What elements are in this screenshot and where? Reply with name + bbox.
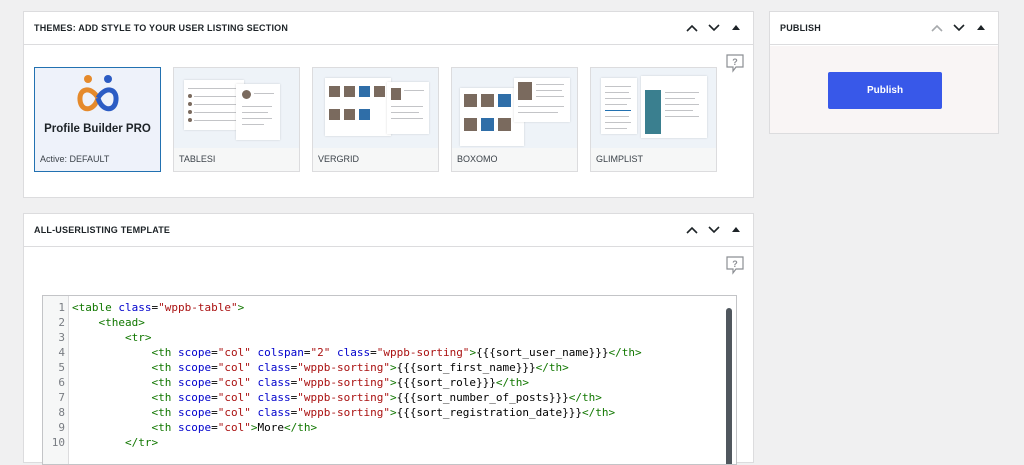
code-text: <table class="wppb-table">	[72, 301, 245, 314]
theme-label-boxomo: BOXOMO	[457, 154, 498, 164]
publish-panel: Publish Publish	[769, 11, 999, 134]
editor-scrollbar[interactable]	[726, 308, 732, 464]
theme-card-tablesi[interactable]: TABLESI	[173, 67, 300, 172]
line-number: 7	[58, 391, 65, 404]
code-text: <tr>	[124, 331, 152, 344]
theme-label-glimplist: GLIMPLIST	[596, 154, 644, 164]
thumbnail-grid-preview	[325, 78, 391, 136]
profile-builder-logo-text: Profile Builder PRO	[44, 123, 151, 135]
line-number: 9	[58, 421, 65, 434]
code-text: <th scope="col" colspan="2" class="wppb-…	[151, 346, 642, 359]
theme-card-boxomo[interactable]: BOXOMO	[451, 67, 578, 172]
code-line: 10 </tr>	[43, 435, 158, 450]
line-number: 1	[58, 301, 65, 314]
line-number: 8	[58, 406, 65, 419]
publish-button[interactable]: Publish	[828, 72, 942, 109]
template-panel-controls	[685, 223, 743, 237]
line-number: 5	[58, 361, 65, 374]
move-down-icon[interactable]	[707, 21, 721, 35]
code-line: 4 <th scope="col" colspan="2" class="wpp…	[43, 345, 641, 360]
code-editor[interactable]: 1 <table class="wppb-table"> 2 <thead> 3 <t…	[42, 295, 737, 465]
line-number: 3	[58, 331, 65, 344]
code-text: </tr>	[124, 436, 159, 449]
help-icon[interactable]: ?	[725, 53, 745, 73]
code-line: 9 <th scope="col">More</th>	[43, 420, 317, 435]
thumbnail-profile-preview	[514, 78, 570, 122]
code-line: 2 <thead>	[43, 315, 144, 330]
themes-panel-header: Themes: Add style to your User Listing s…	[24, 12, 753, 45]
theme-list: Profile Builder PRO Active: DEFAULT TABL…	[34, 67, 717, 172]
svg-text:?: ?	[732, 259, 738, 269]
active-prefix: Active:	[40, 154, 68, 164]
template-panel-header: All-Userlisting Template	[24, 214, 753, 247]
theme-thumbnail-boxomo	[452, 68, 577, 148]
publish-panel-header: Publish	[770, 12, 998, 45]
publish-panel-controls	[930, 21, 988, 35]
theme-label-tablesi: TABLESI	[179, 154, 216, 164]
line-number: 4	[58, 346, 65, 359]
move-up-icon[interactable]	[930, 21, 944, 35]
theme-card-vergrid[interactable]: VERGRID	[312, 67, 439, 172]
theme-name-default: Active: DEFAULT	[40, 154, 109, 164]
move-up-icon[interactable]	[685, 21, 699, 35]
code-line: 7 <th scope="col" class="wppb-sorting">{…	[43, 390, 602, 405]
theme-thumbnail-default: Profile Builder PRO	[35, 68, 160, 148]
themes-panel-controls	[685, 21, 743, 35]
collapse-toggle-icon[interactable]	[729, 21, 743, 35]
themes-panel-title: Themes: Add style to your User Listing s…	[34, 23, 289, 33]
code-text: <thead>	[98, 316, 145, 329]
move-down-icon[interactable]	[707, 223, 721, 237]
line-number: 6	[58, 376, 65, 389]
code-text: <th scope="col" class="wppb-sorting">{{{…	[151, 391, 602, 404]
theme-thumbnail-vergrid	[313, 68, 438, 148]
collapse-toggle-icon[interactable]	[974, 21, 988, 35]
code-line: 6 <th scope="col" class="wppb-sorting">{…	[43, 375, 529, 390]
code-text: <th scope="col" class="wppb-sorting">{{{…	[151, 376, 530, 389]
theme-thumbnail-tablesi	[174, 68, 299, 148]
code-text: <th scope="col" class="wppb-sorting">{{{…	[151, 406, 616, 419]
theme-thumbnail-glimplist	[591, 68, 716, 148]
thumbnail-profile-preview	[641, 76, 707, 138]
code-line: 3 <tr>	[43, 330, 151, 345]
publish-panel-title: Publish	[780, 23, 821, 33]
move-down-icon[interactable]	[952, 21, 966, 35]
template-panel-title: All-Userlisting Template	[34, 225, 171, 235]
svg-text:?: ?	[732, 57, 738, 67]
template-panel: All-Userlisting Template ? 1 <table class…	[23, 213, 754, 465]
line-number: 10	[51, 436, 65, 449]
thumbnail-profile-preview	[236, 84, 280, 140]
themes-panel: Themes: Add style to your User Listing s…	[23, 11, 754, 198]
code-text: <th scope="col" class="wppb-sorting">{{{…	[151, 361, 569, 374]
code-line: 8 <th scope="col" class="wppb-sorting">{…	[43, 405, 615, 420]
profile-builder-logo-icon	[77, 75, 119, 112]
thumbnail-profile-preview	[387, 82, 429, 134]
help-icon[interactable]: ?	[725, 255, 745, 275]
move-up-icon[interactable]	[685, 223, 699, 237]
theme-card-glimplist[interactable]: GLIMPLIST	[590, 67, 717, 172]
thumbnail-table-preview	[184, 80, 244, 130]
code-line: 5 <th scope="col" class="wppb-sorting">{…	[43, 360, 568, 375]
theme-label-default: DEFAULT	[69, 154, 110, 164]
line-number: 2	[58, 316, 65, 329]
theme-card-default[interactable]: Profile Builder PRO Active: DEFAULT	[34, 67, 161, 172]
code-text: <th scope="col">More</th>	[151, 421, 318, 434]
thumbnail-list-preview	[601, 78, 637, 134]
collapse-toggle-icon[interactable]	[729, 223, 743, 237]
theme-label-vergrid: VERGRID	[318, 154, 360, 164]
code-line: 1 <table class="wppb-table">	[43, 300, 244, 315]
